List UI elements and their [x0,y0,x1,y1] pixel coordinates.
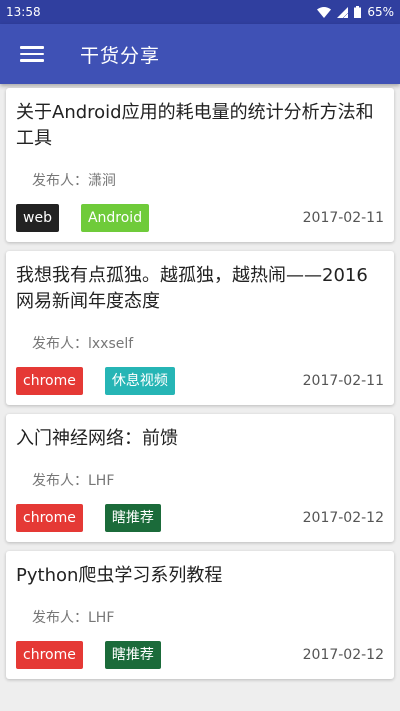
article-card[interactable]: 入门神经网络：前馈 发布人：LHF chrome 瞎推荐 2017-02-12 [6,414,394,542]
status-icons: 65% [317,5,394,19]
article-date: 2017-02-12 [302,510,384,526]
tag-badge[interactable]: chrome [16,641,83,669]
article-date: 2017-02-12 [302,647,384,663]
tag-badge[interactable]: chrome [16,367,83,395]
tag-badge[interactable]: web [16,204,59,232]
article-list[interactable]: 关于Android应用的耗电量的统计分析方法和工具 发布人：潇涧 web And… [0,84,400,679]
tag-badge[interactable]: 瞎推荐 [104,641,161,669]
article-card[interactable]: 我想我有点孤独。越孤独，越热闹——2016网易新闻年度态度 发布人：lxxsel… [6,251,394,405]
app-bar: 干货分享 [0,24,400,84]
tag-badge[interactable]: chrome [16,504,83,532]
article-date: 2017-02-11 [302,373,384,389]
article-title: 关于Android应用的耗电量的统计分析方法和工具 [16,102,374,149]
article-date: 2017-02-11 [302,210,384,226]
article-title: 我想我有点孤独。越孤独，越热闹——2016网易新闻年度态度 [16,265,368,312]
article-author: 发布人：LHF [32,610,115,626]
tag-badge[interactable]: 休息视频 [104,367,175,395]
article-card[interactable]: 关于Android应用的耗电量的统计分析方法和工具 发布人：潇涧 web And… [6,88,394,242]
tag-badge[interactable]: 瞎推荐 [104,504,161,532]
battery-icon [354,6,362,18]
wifi-icon [317,6,332,18]
menu-icon[interactable] [20,42,44,66]
page-title: 干货分享 [80,44,161,67]
article-author: 发布人：LHF [32,473,115,489]
battery-percent: 65% [367,5,394,19]
article-card[interactable]: Python爬虫学习系列教程 发布人：LHF chrome 瞎推荐 2017-0… [6,551,394,679]
tag-badge[interactable]: Android [80,204,150,232]
article-title: 入门神经网络：前馈 [16,428,178,449]
article-author: 发布人：潇涧 [32,173,116,189]
signal-icon [337,6,349,18]
article-author: 发布人：lxxself [32,336,134,352]
status-time: 13:58 [6,5,41,19]
status-bar: 13:58 65% [0,0,400,24]
article-title: Python爬虫学习系列教程 [16,565,223,586]
